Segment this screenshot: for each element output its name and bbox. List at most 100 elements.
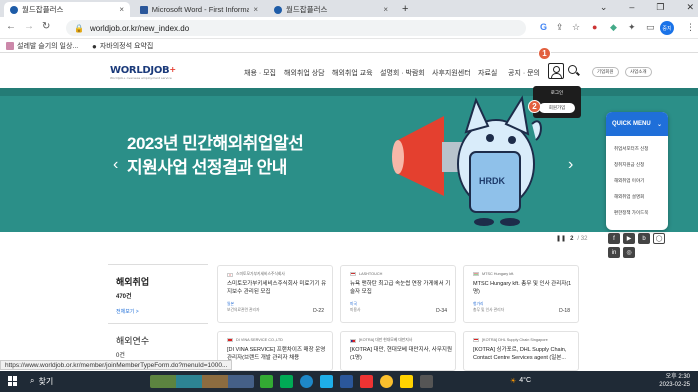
taskbar-search[interactable]: ⌕ 찾기 bbox=[30, 376, 53, 387]
bookmark-item[interactable]: ● 자바의정석 요약집 bbox=[92, 41, 153, 51]
logo-plus: + bbox=[169, 65, 176, 74]
word-favicon-icon bbox=[140, 5, 148, 14]
nav-consulting[interactable]: 해외취업 상담 bbox=[284, 68, 325, 78]
close-window-icon[interactable]: ✕ bbox=[686, 2, 694, 13]
menu-kebab-icon[interactable]: ⋮ bbox=[686, 22, 695, 33]
lock-icon: 🔒 bbox=[74, 23, 84, 33]
reload-icon[interactable]: ↻ bbox=[42, 21, 50, 32]
job-card[interactable]: [KOTRA] 대만 현대모베 대만지사 [KOTRA] 대만, 현대모베 대만… bbox=[340, 331, 456, 371]
profile-avatar[interactable]: 중지 bbox=[660, 21, 674, 35]
quick-item-guidebook[interactable]: 편한정책 가이드북 bbox=[614, 210, 648, 216]
next-slide-icon[interactable]: › bbox=[568, 156, 573, 174]
forward-icon[interactable]: → bbox=[24, 21, 34, 32]
maximize-icon[interactable]: ❐ bbox=[656, 2, 664, 13]
corporate-member-button[interactable]: 기업회원 bbox=[592, 67, 619, 77]
url-bar[interactable]: 🔒 worldjob.or.kr/new_index.do bbox=[66, 20, 526, 36]
extensions-puzzle-icon[interactable]: ✦ bbox=[628, 22, 636, 33]
browser-tab-worldjob-2[interactable]: 월드잡플러스 × bbox=[268, 2, 394, 17]
new-tab-button[interactable]: + bbox=[402, 3, 408, 15]
quick-menu-header[interactable]: QUICK MENU ⌄ bbox=[606, 112, 668, 136]
job-location: 일본 bbox=[227, 302, 234, 306]
site-logo[interactable]: WORLDJOB+ Worldjob+ overseas employment … bbox=[110, 65, 176, 80]
kakaotalk-icon[interactable] bbox=[400, 375, 413, 388]
social-links: f ▶ b ◯ in ◎ bbox=[608, 233, 668, 258]
close-tab-icon[interactable]: × bbox=[383, 5, 388, 14]
company-name: MTSC Hungary kft. bbox=[482, 272, 515, 276]
job-location: 헝가리 bbox=[473, 302, 484, 306]
quick-item-seminar[interactable]: 해외취업 설명회 bbox=[614, 194, 644, 200]
job-card[interactable]: 스미토모가부키세비스주식회사 스미토모가부키세비스주식회사 미료기기 유지보수 … bbox=[217, 265, 333, 323]
nav-education[interactable]: 해외취업 교육 bbox=[332, 68, 373, 78]
back-icon[interactable]: ← bbox=[6, 21, 16, 32]
prev-slide-icon[interactable]: ‹ bbox=[113, 156, 118, 174]
nav-resources[interactable]: 자료실 bbox=[478, 68, 497, 78]
google-icon[interactable]: G bbox=[540, 22, 547, 32]
bookmark-item[interactable]: 설레발 슬기의 일상... bbox=[6, 41, 78, 51]
system-clock[interactable]: 오후 2:30 2023-02-25 bbox=[659, 373, 690, 389]
view-all-link[interactable]: 전체보기 > bbox=[116, 308, 139, 315]
facebook-icon[interactable]: f bbox=[608, 233, 620, 244]
quick-item-supporters[interactable]: 취업서포터즈 신청 bbox=[614, 146, 648, 152]
blog-icon[interactable]: b bbox=[638, 233, 650, 244]
slide-pager: ❚❚ 2 / 32 bbox=[556, 235, 587, 243]
close-tab-icon[interactable]: × bbox=[253, 5, 258, 14]
search-highlights-image[interactable] bbox=[150, 375, 254, 388]
worldjob-favicon-icon bbox=[274, 5, 282, 14]
instagram-icon[interactable]: ◎ bbox=[623, 247, 635, 258]
extension-icon[interactable]: ● bbox=[592, 22, 597, 32]
nav-support-center[interactable]: 사후지원센터 bbox=[432, 68, 471, 78]
nav-fair[interactable]: 설명회 · 박람회 bbox=[380, 68, 425, 78]
app-icon-2[interactable] bbox=[280, 375, 293, 388]
usa-flag-icon bbox=[350, 272, 356, 276]
card-company: [KOTRA] DHL Supply Chain Singapore bbox=[473, 338, 548, 342]
chrome-icon[interactable] bbox=[380, 375, 393, 388]
job-card[interactable]: [KOTRA] DHL Supply Chain Singapore [KOTR… bbox=[463, 331, 579, 371]
hero-banner[interactable]: ‹ 2023년 민간해외취업알선 지원사업 선정결과 안내 HRDK › bbox=[0, 88, 698, 232]
youtube-icon[interactable]: ▶ bbox=[623, 233, 635, 244]
job-card[interactable]: MTSC Hungary kft. MTSC Hungary kft. 총무 및… bbox=[463, 265, 579, 323]
sun-icon: ☀ bbox=[510, 378, 517, 385]
login-link[interactable]: 로그인 bbox=[533, 90, 581, 96]
bookmark-label: 설레발 슬기의 일상... bbox=[17, 43, 79, 50]
minimize-icon[interactable]: – bbox=[629, 2, 634, 13]
pause-icon[interactable]: ❚❚ bbox=[556, 235, 566, 242]
nav-recruitment[interactable]: 채용 · 모집 bbox=[244, 68, 276, 78]
linkedin-icon[interactable]: in bbox=[608, 247, 620, 258]
share-icon[interactable]: ⇪ bbox=[556, 22, 564, 33]
quick-item-stories[interactable]: 해외취업 이야기 bbox=[614, 178, 644, 184]
user-icon[interactable] bbox=[548, 63, 564, 79]
edge-icon[interactable] bbox=[300, 375, 313, 388]
overseas-training-count: 0건 bbox=[116, 353, 125, 359]
card-company: LASHTOUCH bbox=[350, 272, 382, 276]
browser-tab-worldjob[interactable]: 월드잡플러스 × bbox=[4, 2, 130, 17]
chevron-down-icon[interactable]: ⌄ bbox=[600, 2, 608, 13]
close-tab-icon[interactable]: × bbox=[119, 5, 124, 14]
japan-flag-icon bbox=[227, 272, 233, 277]
url-text: worldjob.or.kr/new_index.do bbox=[89, 23, 190, 33]
vietnam-flag-icon bbox=[227, 338, 233, 342]
app-icon-3[interactable] bbox=[320, 375, 333, 388]
weather-widget[interactable]: ☀ 4°C bbox=[510, 377, 531, 385]
bookmark-star-icon[interactable]: ☆ bbox=[572, 22, 580, 33]
business-intro-button[interactable]: 사업소개 bbox=[625, 67, 652, 77]
app-icon-4[interactable] bbox=[360, 375, 373, 388]
nav-notice[interactable]: 공지 · 문의 bbox=[508, 68, 540, 78]
job-card[interactable]: LASHTOUCH 뉴욕 맨하탄 최고급 속눈썹 연장 가게에서 기술자 모집 … bbox=[340, 265, 456, 323]
login-dropdown: 로그인 회원가입 bbox=[533, 86, 581, 118]
search-icon[interactable] bbox=[568, 65, 577, 74]
extension-2-icon[interactable]: ◆ bbox=[610, 22, 617, 33]
app-icon-1[interactable] bbox=[260, 375, 273, 388]
browser-tab-word[interactable]: Microsoft Word - First Informatio × bbox=[134, 2, 264, 17]
app-icon-5[interactable] bbox=[420, 375, 433, 388]
join-button[interactable]: 회원가입 bbox=[539, 103, 575, 113]
bookmark-label: 자바의정석 요약집 bbox=[99, 43, 154, 50]
sidepanel-icon[interactable]: ▭ bbox=[646, 22, 655, 33]
chat-icon[interactable]: ◯ bbox=[653, 233, 665, 244]
job-card[interactable]: DI VINA SERVICE CO.,LTD [DI VINA SERVICE… bbox=[217, 331, 333, 371]
job-category: 미용사 bbox=[350, 308, 361, 312]
company-name: [KOTRA] DHL Supply Chain Singapore bbox=[482, 338, 548, 342]
quick-item-subsidy[interactable]: 청취지원금 신청 bbox=[614, 162, 644, 168]
job-title: 스미토모가부키세비스주식회사 미료기기 유지보수 관리된 모집 bbox=[227, 281, 327, 295]
word-icon[interactable] bbox=[340, 375, 353, 388]
windows-start-icon[interactable] bbox=[8, 376, 18, 386]
